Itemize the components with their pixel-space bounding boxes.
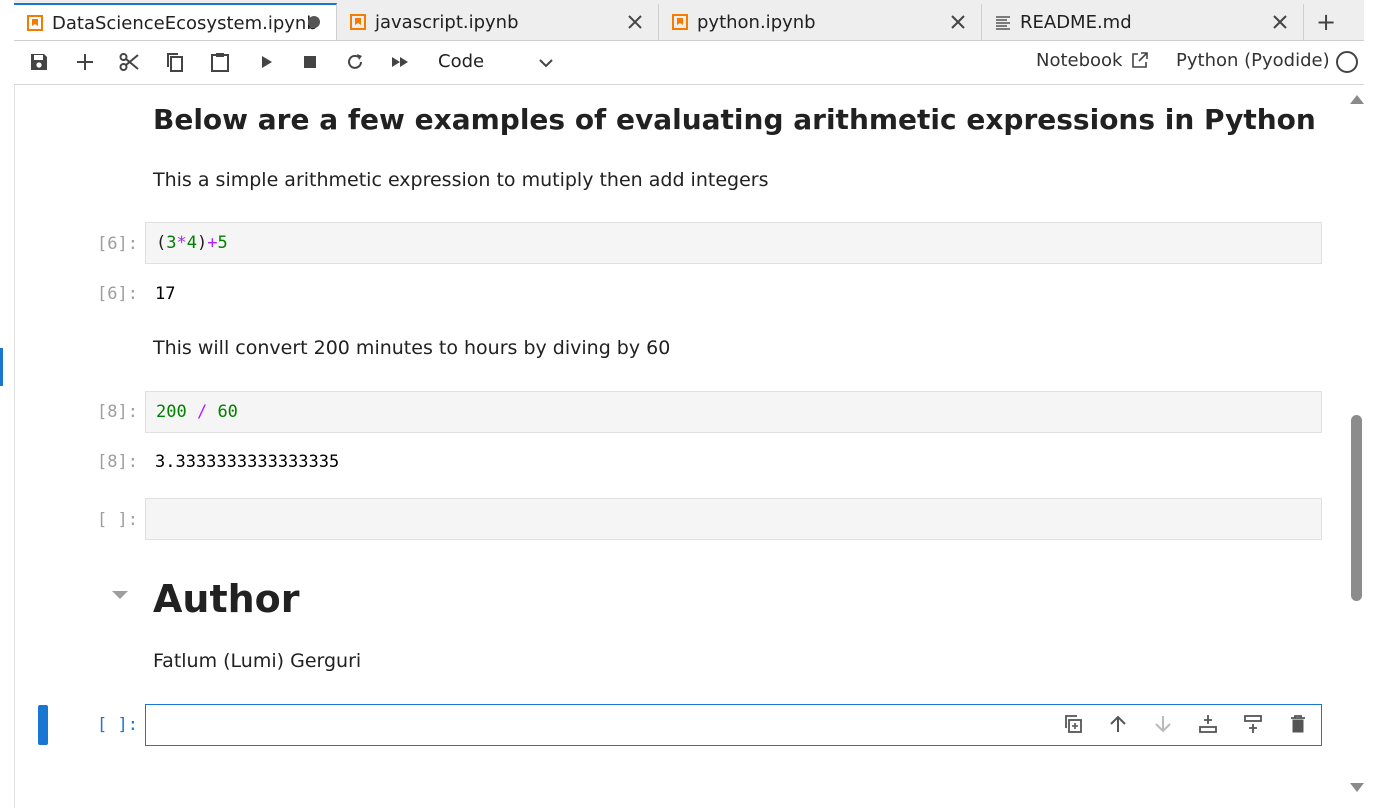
scroll-up-icon[interactable] bbox=[1350, 95, 1364, 104]
stop-icon[interactable] bbox=[299, 51, 321, 73]
tab-javascript[interactable]: javascript.ipynb bbox=[337, 4, 659, 40]
cell-type-select[interactable]: Code bbox=[438, 51, 484, 72]
code-cell-editor[interactable] bbox=[145, 498, 1322, 540]
markdown-paragraph: This a simple arithmetic expression to m… bbox=[153, 169, 769, 191]
notebook-panel: Below are a few examples of evaluating a… bbox=[14, 85, 1364, 808]
left-edge-strip bbox=[0, 0, 15, 808]
unsaved-dot-icon[interactable] bbox=[308, 16, 320, 28]
move-down-icon[interactable] bbox=[1152, 713, 1174, 735]
output-prompt: [8]: bbox=[97, 452, 138, 472]
move-up-icon[interactable] bbox=[1107, 713, 1129, 735]
external-link-icon[interactable] bbox=[1130, 50, 1150, 70]
notebook-icon bbox=[672, 14, 688, 30]
cut-icon[interactable] bbox=[118, 51, 140, 73]
chevron-down-icon[interactable] bbox=[538, 55, 554, 71]
tab-readme[interactable]: README.md bbox=[982, 4, 1304, 40]
duplicate-cell-icon[interactable] bbox=[1062, 713, 1084, 735]
tab-label: javascript.ipynb bbox=[375, 12, 519, 33]
insert-below-icon[interactable] bbox=[1242, 713, 1264, 735]
markdown-file-icon bbox=[996, 16, 1010, 30]
paste-icon[interactable] bbox=[209, 51, 231, 73]
scrollbar-thumb[interactable] bbox=[1351, 415, 1362, 601]
active-code-cell-editor[interactable] bbox=[145, 704, 1322, 746]
notebook-window: DataScienceEcosystem.ipynb javascript.ip… bbox=[14, 0, 1364, 808]
input-prompt: [8]: bbox=[97, 402, 138, 422]
close-icon[interactable] bbox=[626, 13, 644, 31]
notebook-icon bbox=[350, 14, 366, 30]
tab-datascienceecosystem[interactable]: DataScienceEcosystem.ipynb bbox=[14, 3, 337, 40]
code-text: 200 / 60 bbox=[156, 402, 238, 422]
left-edge-marker bbox=[0, 348, 3, 386]
code-text: (3*4)+5 bbox=[156, 233, 228, 253]
collapse-heading-icon[interactable] bbox=[112, 591, 128, 599]
notebook-toolbar: Code Notebook Python (Pyodide) bbox=[14, 41, 1364, 85]
open-notebook-link[interactable]: Notebook bbox=[1036, 50, 1122, 71]
restart-icon[interactable] bbox=[344, 51, 366, 73]
notebook-icon bbox=[27, 15, 43, 31]
vertical-scrollbar[interactable] bbox=[1350, 85, 1364, 808]
output-prompt: [6]: bbox=[97, 284, 138, 304]
kernel-name[interactable]: Python (Pyodide) bbox=[1176, 50, 1330, 71]
input-prompt: [ ]: bbox=[97, 715, 138, 735]
scroll-down-icon[interactable] bbox=[1350, 783, 1364, 792]
input-prompt: [6]: bbox=[97, 234, 138, 254]
close-icon[interactable] bbox=[949, 13, 967, 31]
active-cell-indicator bbox=[38, 705, 48, 745]
add-cell-icon[interactable] bbox=[74, 51, 96, 73]
fast-forward-icon[interactable] bbox=[389, 51, 411, 73]
copy-icon[interactable] bbox=[164, 51, 186, 73]
author-name: Fatlum (Lumi) Gerguri bbox=[153, 650, 362, 672]
cell-output: 3.3333333333333335 bbox=[155, 452, 340, 472]
tab-bar: DataScienceEcosystem.ipynb javascript.ip… bbox=[14, 0, 1364, 41]
run-icon[interactable] bbox=[255, 51, 277, 73]
kernel-status-icon bbox=[1336, 51, 1358, 73]
close-icon[interactable] bbox=[1271, 13, 1289, 31]
author-heading: Author bbox=[153, 577, 300, 621]
input-prompt: [ ]: bbox=[97, 510, 138, 530]
code-cell-editor[interactable]: 200 / 60 bbox=[145, 391, 1322, 433]
cell-toolbar bbox=[1062, 713, 1309, 739]
new-tab-button[interactable]: + bbox=[1306, 4, 1346, 40]
save-icon[interactable] bbox=[28, 51, 50, 73]
tab-label: DataScienceEcosystem.ipynb bbox=[52, 13, 318, 34]
delete-icon[interactable] bbox=[1287, 713, 1309, 735]
cell-output: 17 bbox=[155, 284, 176, 304]
tab-label: README.md bbox=[1020, 12, 1132, 33]
code-cell-editor[interactable]: (3*4)+5 bbox=[145, 222, 1322, 264]
insert-above-icon[interactable] bbox=[1197, 713, 1219, 735]
tab-label: python.ipynb bbox=[697, 12, 816, 33]
tab-python[interactable]: python.ipynb bbox=[659, 4, 982, 40]
markdown-paragraph: This will convert 200 minutes to hours b… bbox=[153, 337, 671, 359]
markdown-heading: Below are a few examples of evaluating a… bbox=[153, 103, 1316, 136]
